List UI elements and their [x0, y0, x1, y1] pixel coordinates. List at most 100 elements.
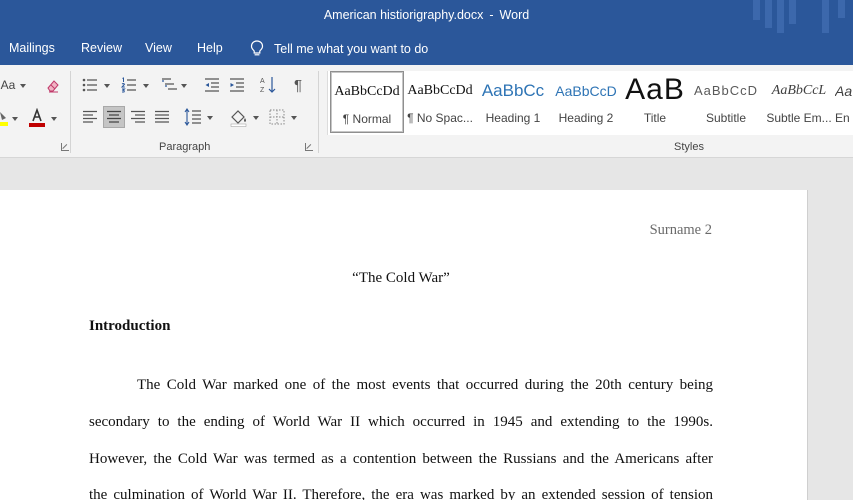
- align-center-button[interactable]: [103, 106, 125, 128]
- style-sample: AaBbCcL: [771, 83, 827, 98]
- font-color-button[interactable]: [28, 108, 46, 128]
- style-title[interactable]: AaB Title: [618, 71, 692, 133]
- window-title: American histiorigraphy.docx - Word: [0, 8, 853, 22]
- page-header: Surname 2: [649, 222, 712, 238]
- line-spacing-icon: [184, 108, 201, 126]
- chevron-down-icon[interactable]: [143, 84, 149, 88]
- justify-button[interactable]: [153, 108, 171, 126]
- style-name: Heading 2: [558, 111, 614, 125]
- eraser-icon: [47, 80, 59, 93]
- font-dialog-launcher[interactable]: [61, 143, 69, 151]
- clear-formatting-button[interactable]: [44, 77, 62, 95]
- style-sample: AaBbCcD: [693, 83, 759, 98]
- show-formatting-button[interactable]: ¶: [290, 75, 306, 95]
- style-name: En: [835, 111, 850, 125]
- numbered-list-icon: [121, 77, 136, 93]
- justify-icon: [155, 110, 169, 123]
- style-sample: AaBbCc: [481, 81, 545, 100]
- style-normal[interactable]: AaBbCcDd ¶ Normal: [330, 71, 404, 133]
- tab-review[interactable]: Review: [81, 41, 122, 55]
- style-sample: AaBbCcD: [555, 83, 617, 99]
- group-divider: [318, 71, 319, 153]
- multilevel-list-icon: [162, 78, 177, 90]
- change-case-button[interactable]: Aa: [0, 75, 16, 95]
- highlight-color-button[interactable]: [0, 108, 8, 128]
- increase-indent-icon: [230, 78, 244, 92]
- style-sample: AaB: [625, 73, 685, 106]
- ribbon-tabs: Mailings Review View Help Tell me what y…: [0, 33, 853, 65]
- paragraph-line: secondary to the ending of World War II …: [89, 413, 713, 430]
- change-case-label: Aa: [0, 78, 16, 92]
- paragraph-line: The Cold War marked one of the most even…: [137, 377, 713, 393]
- group-divider: [70, 71, 71, 153]
- align-left-button[interactable]: [81, 108, 99, 126]
- style-no-spacing[interactable]: AaBbCcDd ¶ No Spac...: [403, 71, 477, 133]
- style-heading-1[interactable]: AaBbCc Heading 1: [476, 71, 550, 133]
- align-left-icon: [83, 110, 97, 123]
- tab-view[interactable]: View: [145, 41, 172, 55]
- tell-me-search[interactable]: Tell me what you want to do: [250, 40, 428, 57]
- chevron-down-icon[interactable]: [51, 117, 57, 121]
- chevron-down-icon[interactable]: [12, 117, 18, 121]
- style-emphasis[interactable]: Aa En: [835, 71, 853, 133]
- title-bar-decoration: [789, 0, 796, 24]
- numbering-button[interactable]: [120, 76, 138, 94]
- align-right-button[interactable]: [129, 108, 147, 126]
- paragraph-dialog-launcher[interactable]: [305, 143, 313, 151]
- style-subtitle[interactable]: AaBbCcD Subtitle: [689, 71, 763, 133]
- document-filename: American histiorigraphy.docx: [323, 8, 484, 22]
- sort-button[interactable]: A Z: [259, 75, 277, 95]
- shading-button[interactable]: [229, 107, 249, 127]
- document-title: “The Cold War”: [352, 270, 450, 286]
- style-name: ¶ No Spac...: [407, 111, 473, 125]
- ribbon: Aa A Z ¶ Paragraph AaBbCcDd ¶ Normal AaB…: [0, 65, 853, 158]
- chevron-down-icon[interactable]: [253, 116, 259, 120]
- increase-indent-button[interactable]: [228, 76, 246, 94]
- multilevel-list-button[interactable]: [160, 76, 178, 94]
- style-heading-2[interactable]: AaBbCcD Heading 2: [549, 71, 623, 133]
- align-right-icon: [131, 110, 145, 123]
- style-sample: AaBbCcDd: [407, 83, 473, 98]
- style-name: Subtle Em...: [766, 111, 832, 125]
- style-name: Title: [643, 111, 667, 125]
- paragraph-group-label: Paragraph: [159, 141, 211, 153]
- section-heading: Introduction: [89, 318, 171, 334]
- document-page[interactable]: Surname 2 “The Cold War” Introduction Th…: [0, 190, 808, 500]
- sort-az-icon: A Z: [260, 77, 276, 94]
- lightbulb-icon: [250, 40, 264, 56]
- pilcrow-icon: ¶: [293, 76, 303, 94]
- styles-gallery: AaBbCcDd ¶ Normal AaBbCcDd ¶ No Spac... …: [327, 71, 853, 135]
- style-sample: AaBbCcDd: [334, 84, 400, 99]
- font-color-icon: [29, 108, 45, 127]
- svg-text:A: A: [260, 78, 265, 85]
- chevron-down-icon[interactable]: [20, 84, 26, 88]
- tell-me-label: Tell me what you want to do: [274, 41, 429, 56]
- paint-bucket-icon: [230, 110, 247, 127]
- app-name: Word: [499, 8, 530, 22]
- title-bar-decoration: [838, 0, 845, 18]
- vertical-scrollbar[interactable]: [808, 190, 853, 500]
- tab-mailings[interactable]: Mailings: [9, 41, 55, 55]
- paragraph-line: the culmination of World War II. Therefo…: [89, 487, 713, 500]
- style-subtle-emphasis[interactable]: AaBbCcL Subtle Em...: [762, 71, 836, 133]
- highlighter-icon: [0, 112, 8, 126]
- title-bar: American histiorigraphy.docx - Word: [0, 0, 853, 33]
- bullets-button[interactable]: [81, 76, 99, 94]
- borders-icon: [269, 109, 285, 125]
- paragraph-line: However, the Cold War was termed as a co…: [89, 450, 713, 467]
- styles-group-label: Styles: [674, 141, 704, 153]
- style-name: Heading 1: [485, 111, 541, 125]
- tab-help[interactable]: Help: [197, 41, 223, 55]
- title-bar-decoration: [822, 0, 829, 33]
- chevron-down-icon[interactable]: [104, 84, 110, 88]
- decrease-indent-button[interactable]: [203, 76, 221, 94]
- borders-button[interactable]: [268, 108, 286, 126]
- title-bar-decoration: [753, 0, 760, 20]
- chevron-down-icon[interactable]: [291, 116, 297, 120]
- style-name: ¶ Normal: [342, 112, 392, 126]
- title-bar-decoration: [777, 0, 784, 33]
- chevron-down-icon[interactable]: [207, 116, 213, 120]
- line-spacing-button[interactable]: [184, 107, 202, 127]
- svg-text:Z: Z: [260, 87, 265, 94]
- chevron-down-icon[interactable]: [181, 84, 187, 88]
